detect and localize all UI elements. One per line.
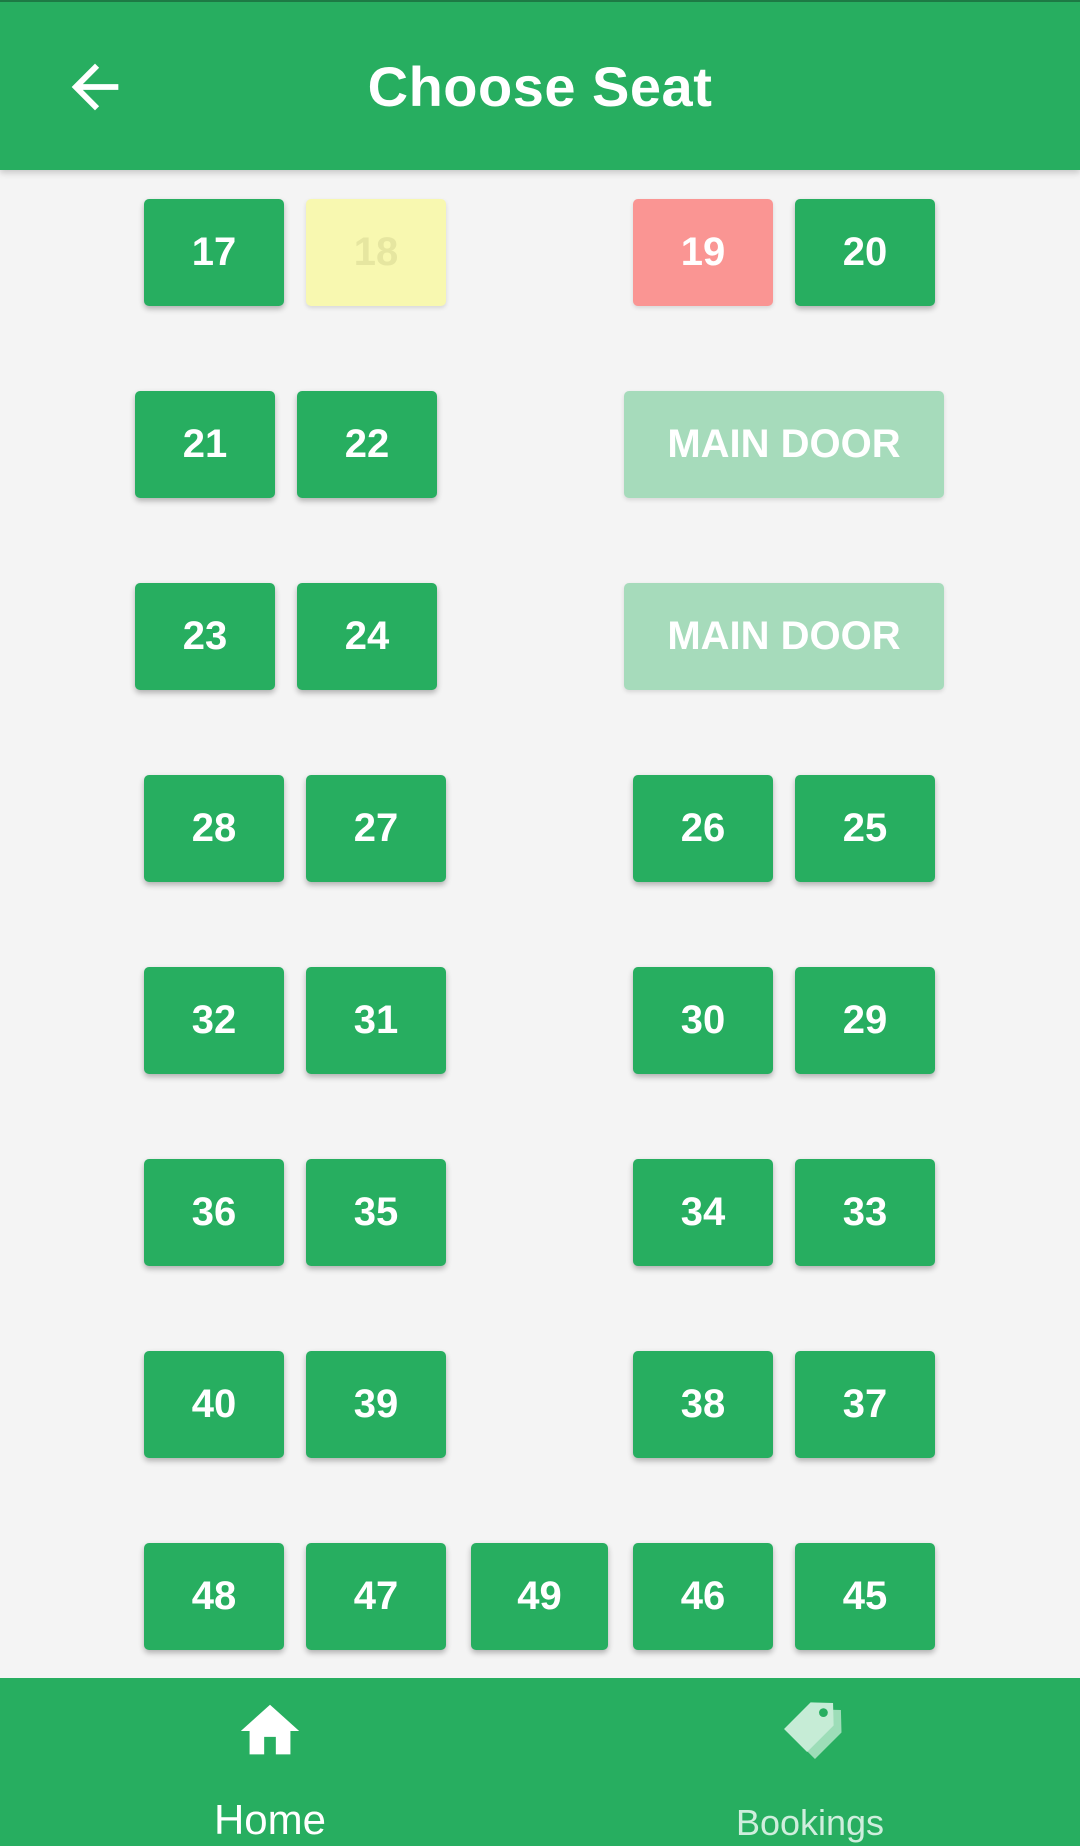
seat-20[interactable]: 20 [795,199,935,306]
seat-18[interactable]: 18 [306,199,446,306]
seat-35[interactable]: 35 [306,1159,446,1266]
seat-25[interactable]: 25 [795,775,935,882]
seat-23[interactable]: 23 [135,583,275,690]
seat-22[interactable]: 22 [297,391,437,498]
seat-45[interactable]: 45 [795,1543,935,1650]
seat-26[interactable]: 26 [633,775,773,882]
nav-bookings-label: Bookings [735,1802,885,1843]
seat-24[interactable]: 24 [297,583,437,690]
seat-29[interactable]: 29 [795,967,935,1074]
main-door: MAIN DOOR [624,391,944,498]
seat-39[interactable]: 39 [306,1351,446,1458]
seat-34[interactable]: 34 [633,1159,773,1266]
main-door: MAIN DOOR [624,583,944,690]
seat-48[interactable]: 48 [144,1543,284,1650]
app-bar: Choose Seat [0,0,1080,170]
seat-38[interactable]: 38 [633,1351,773,1458]
nav-home-label: Home [213,1796,327,1843]
tags-icon [784,1702,842,1759]
seat-17[interactable]: 17 [144,199,284,306]
nav-bookings[interactable]: Bookings [660,1678,960,1846]
seat-31[interactable]: 31 [306,967,446,1074]
seat-32[interactable]: 32 [144,967,284,1074]
seat-30[interactable]: 30 [633,967,773,1074]
seat-49[interactable]: 49 [471,1543,608,1650]
seat-27[interactable]: 27 [306,775,446,882]
seat-37[interactable]: 37 [795,1351,935,1458]
seat-28[interactable]: 28 [144,775,284,882]
seat-19[interactable]: 19 [633,199,773,306]
seat-40[interactable]: 40 [144,1351,284,1458]
home-icon [240,1704,300,1755]
seat-21[interactable]: 21 [135,391,275,498]
seat-36[interactable]: 36 [144,1159,284,1266]
page-title: Choose Seat [367,55,713,118]
seat-47[interactable]: 47 [306,1543,446,1650]
seat-46[interactable]: 46 [633,1543,773,1650]
nav-home[interactable]: Home [120,1678,420,1846]
seat-33[interactable]: 33 [795,1159,935,1266]
bottom-navigation: Home Bookings [0,1678,1080,1846]
